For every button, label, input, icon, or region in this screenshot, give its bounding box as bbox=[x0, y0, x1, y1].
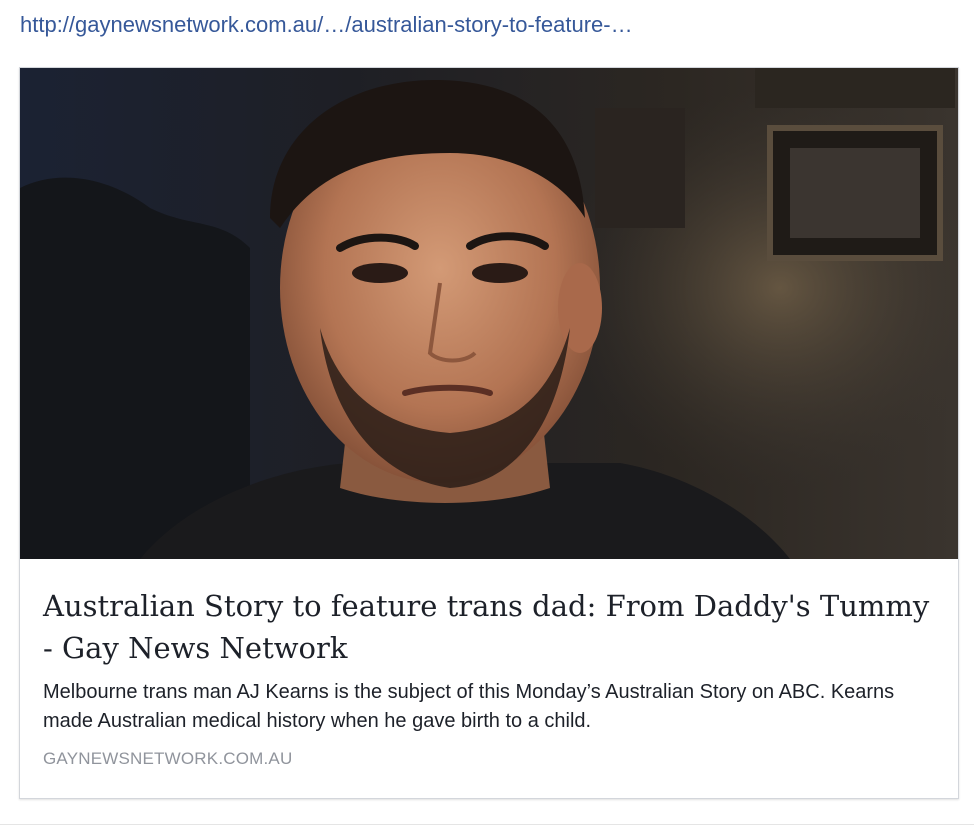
link-preview-description: Melbourne trans man AJ Kearns is the sub… bbox=[43, 681, 895, 732]
link-preview-domain: GAYNEWSNETWORK.COM.AU bbox=[43, 749, 293, 768]
link-preview-text[interactable]: Australian Story to feature trans dad: F… bbox=[20, 559, 958, 798]
link-preview-image[interactable] bbox=[20, 68, 958, 559]
link-preview-title[interactable]: Australian Story to feature trans dad: F… bbox=[43, 585, 933, 669]
link-preview-card[interactable]: Australian Story to feature trans dad: F… bbox=[19, 67, 959, 799]
shared-url-link[interactable]: http://gaynewsnetwork.com.au/…/australia… bbox=[20, 10, 633, 40]
divider bbox=[0, 824, 974, 825]
